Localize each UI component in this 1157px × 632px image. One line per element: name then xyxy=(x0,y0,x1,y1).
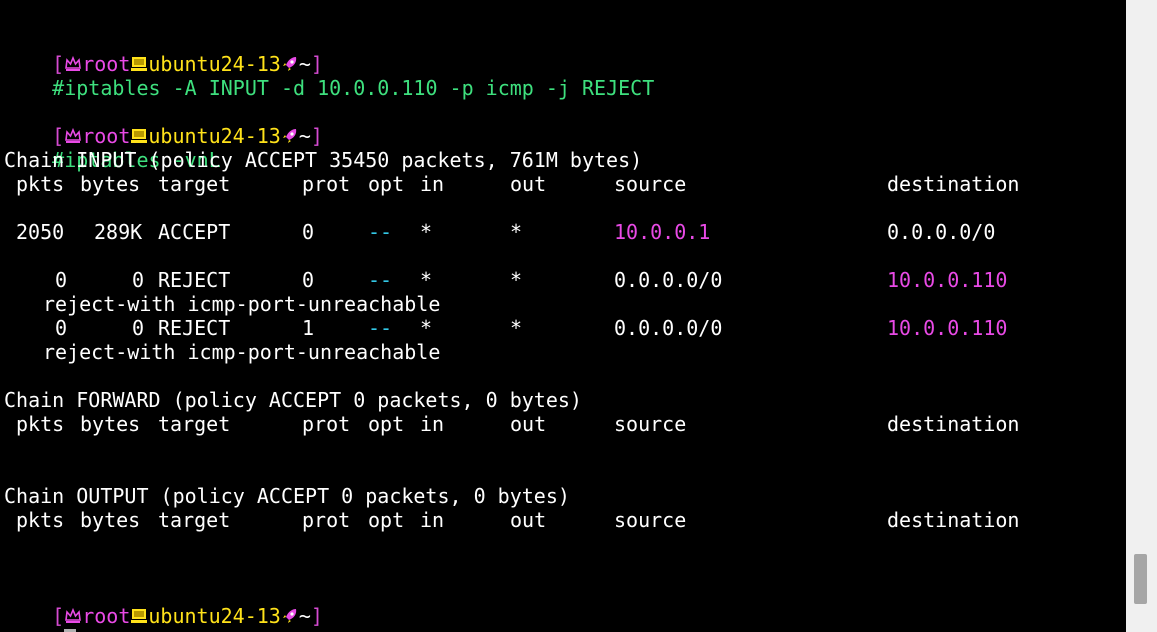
table-header-input: pkts bytes target prot opt in out source… xyxy=(0,172,1126,196)
command-line: #iptables -A INPUT -d 10.0.0.110 -p icmp… xyxy=(4,52,654,100)
chain-output-title: Chain OUTPUT (policy ACCEPT 0 packets, 0… xyxy=(4,484,570,508)
col-in: in xyxy=(420,412,445,436)
rule-prot: 0 xyxy=(302,268,315,292)
col-bytes: bytes xyxy=(80,172,141,196)
col-target: target xyxy=(158,412,231,436)
rocket-icon xyxy=(281,606,299,626)
prompt-user: root xyxy=(82,604,131,628)
col-target: target xyxy=(158,172,231,196)
prompt-hash: # xyxy=(52,628,64,632)
prompt-path: ~ xyxy=(298,124,311,148)
prompt-line: [root ubuntu24-13 ~] xyxy=(4,28,323,76)
rule-opt: -- xyxy=(368,220,393,244)
rule-opt: -- xyxy=(368,316,393,340)
rule-out: * xyxy=(510,268,523,292)
rule-pkts: 2050 xyxy=(16,220,65,244)
vertical-scrollbar[interactable] xyxy=(1126,0,1157,632)
terminal-window[interactable]: [root ubuntu24-13 ~] #iptables -A INPUT -d… xyxy=(0,0,1126,632)
prompt-host: ubuntu24-13 xyxy=(148,604,281,628)
col-destination: destination xyxy=(887,172,1020,196)
col-prot: prot xyxy=(302,172,351,196)
computer-icon xyxy=(130,606,148,626)
prompt-close-bracket: ] xyxy=(310,124,323,148)
table-header-output: pkts bytes target prot opt in out source… xyxy=(0,508,1126,532)
rule-out: * xyxy=(510,316,523,340)
prompt-close-bracket: ] xyxy=(310,604,323,628)
rule-prot: 0 xyxy=(302,220,315,244)
rule-source: 10.0.0.1 xyxy=(614,220,711,244)
col-in: in xyxy=(420,172,445,196)
rule-bytes: 0 xyxy=(132,316,145,340)
chain-input-title: Chain INPUT (policy ACCEPT 35450 packets… xyxy=(4,148,643,172)
col-source: source xyxy=(614,508,687,532)
rule-source: 0.0.0.0/0 xyxy=(614,268,723,292)
rule-target: ACCEPT xyxy=(158,220,231,244)
col-destination: destination xyxy=(887,412,1020,436)
rule-in: * xyxy=(420,220,433,244)
col-target: target xyxy=(158,508,231,532)
table-row: 0 0 REJECT 1 -- * * 0.0.0.0/0 10.0.0.110 xyxy=(0,316,1126,340)
rule-destination: 10.0.0.110 xyxy=(887,316,1008,340)
rule-pkts: 0 xyxy=(55,268,68,292)
input-line[interactable]: # xyxy=(4,604,77,632)
prompt-path: ~ xyxy=(298,604,311,628)
col-pkts: pkts xyxy=(16,172,65,196)
col-prot: prot xyxy=(302,412,351,436)
prompt-line: [root ubuntu24-13 ~] xyxy=(4,100,323,148)
col-opt: opt xyxy=(368,172,405,196)
rule-out: * xyxy=(510,220,523,244)
col-destination: destination xyxy=(887,508,1020,532)
command-line: #iptables -vnL xyxy=(4,124,221,172)
rule-extra: reject-with icmp-port-unreachable xyxy=(43,292,441,316)
col-opt: opt xyxy=(368,412,405,436)
rule-destination: 10.0.0.110 xyxy=(887,268,1008,292)
scrollbar-thumb[interactable] xyxy=(1134,554,1147,604)
col-pkts: pkts xyxy=(16,508,65,532)
table-header-forward: pkts bytes target prot opt in out source… xyxy=(0,412,1126,436)
rule-target: REJECT xyxy=(158,268,231,292)
command-text: iptables -A INPUT -d 10.0.0.110 -p icmp … xyxy=(64,76,655,100)
prompt-hash: # xyxy=(52,76,65,100)
rule-bytes: 289K xyxy=(94,220,143,244)
rule-prot: 1 xyxy=(302,316,315,340)
rule-source: 0.0.0.0/0 xyxy=(614,316,723,340)
rule-bytes: 0 xyxy=(132,268,145,292)
col-prot: prot xyxy=(302,508,351,532)
rule-destination: 0.0.0.0/0 xyxy=(887,220,996,244)
rule-opt: -- xyxy=(368,268,393,292)
rule-extra: reject-with icmp-port-unreachable xyxy=(43,340,441,364)
rule-in: * xyxy=(420,268,433,292)
col-bytes: bytes xyxy=(80,412,141,436)
rule-in: * xyxy=(420,316,433,340)
rocket-icon xyxy=(281,126,299,146)
table-row: 0 0 REJECT 0 -- * * 0.0.0.0/0 10.0.0.110 xyxy=(0,268,1126,292)
col-bytes: bytes xyxy=(80,508,141,532)
col-out: out xyxy=(510,172,547,196)
col-source: source xyxy=(614,412,687,436)
col-pkts: pkts xyxy=(16,412,65,436)
rule-pkts: 0 xyxy=(55,316,68,340)
col-source: source xyxy=(614,172,687,196)
table-row: 2050 289K ACCEPT 0 -- * * 10.0.0.1 0.0.0… xyxy=(0,220,1126,244)
col-in: in xyxy=(420,508,445,532)
chain-forward-title: Chain FORWARD (policy ACCEPT 0 packets, … xyxy=(4,388,582,412)
col-out: out xyxy=(510,412,547,436)
prompt-line: [root ubuntu24-13 ~] xyxy=(4,580,323,628)
rule-target: REJECT xyxy=(158,316,231,340)
col-out: out xyxy=(510,508,547,532)
col-opt: opt xyxy=(368,508,405,532)
